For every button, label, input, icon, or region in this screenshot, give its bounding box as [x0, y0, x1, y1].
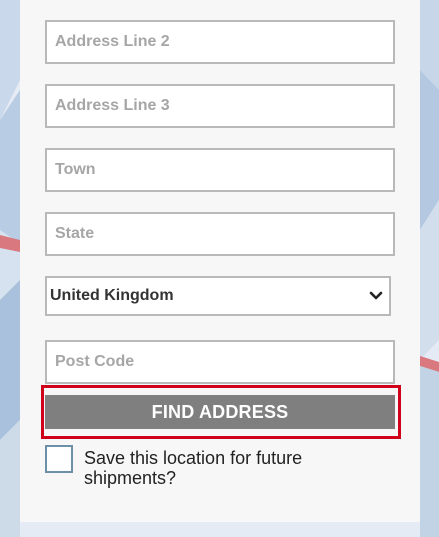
town-input[interactable]	[47, 150, 393, 190]
country-select[interactable]: United Kingdom	[45, 276, 391, 316]
post-code-input[interactable]	[47, 342, 393, 382]
chevron-down-icon	[369, 291, 383, 300]
town-field[interactable]	[45, 148, 395, 192]
address-form-panel	[20, 0, 420, 522]
find-address-button[interactable]: FIND ADDRESS	[45, 395, 395, 429]
address-line-3-input[interactable]	[47, 86, 393, 126]
address-line-2-field[interactable]	[45, 20, 395, 64]
save-location-checkbox[interactable]	[45, 445, 73, 473]
state-input[interactable]	[47, 214, 393, 254]
post-code-field[interactable]	[45, 340, 395, 384]
state-field[interactable]	[45, 212, 395, 256]
address-line-2-input[interactable]	[47, 22, 393, 62]
country-select-value: United Kingdom	[50, 287, 174, 304]
save-location-label[interactable]: Save this location for future shipments?	[84, 448, 384, 488]
address-line-3-field[interactable]	[45, 84, 395, 128]
